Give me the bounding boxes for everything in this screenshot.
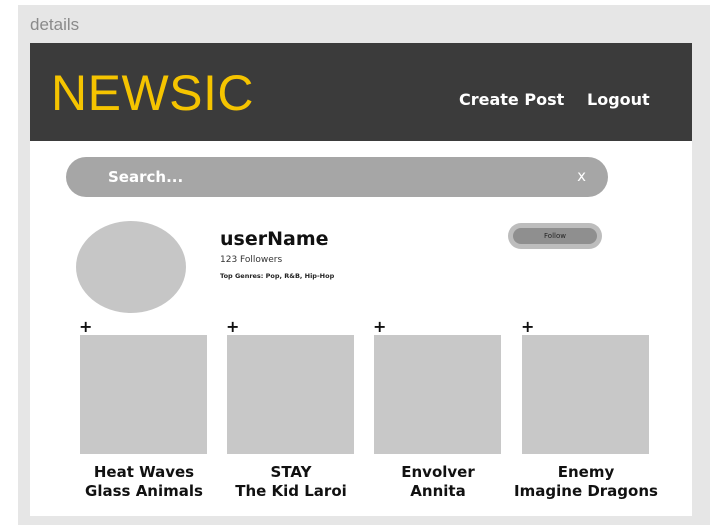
album-cover[interactable] [227, 335, 354, 454]
follow-button-label: Follow [513, 228, 597, 244]
top-header: NEWSIC Create Post Logout [30, 43, 692, 141]
album-cover[interactable] [374, 335, 501, 454]
song-title: Enemy [557, 463, 615, 481]
add-icon[interactable]: + [79, 319, 92, 335]
avatar [76, 221, 186, 313]
top-genres: Top Genres: Pop, R&B, Hip-Hop [220, 272, 335, 280]
album-cover[interactable] [522, 335, 649, 454]
add-icon[interactable]: + [226, 319, 239, 335]
add-icon[interactable]: + [521, 319, 534, 335]
add-icon[interactable]: + [373, 319, 386, 335]
logout-link[interactable]: Logout [587, 90, 650, 109]
follow-button[interactable]: Follow [508, 223, 602, 249]
create-post-link[interactable]: Create Post [459, 90, 564, 109]
profile-username: userName [220, 228, 329, 250]
follower-count: 123 Followers [220, 255, 283, 265]
artboard-label: details [30, 15, 80, 34]
app-logo[interactable]: NEWSIC [51, 63, 254, 123]
close-icon[interactable]: x [577, 167, 586, 185]
page-frame: NEWSIC Create Post Logout Search... x us… [30, 43, 692, 516]
artboard: details NEWSIC Create Post Logout Search… [18, 5, 710, 525]
search-bar[interactable]: Search... x [66, 157, 608, 197]
song-artist: Imagine Dragons [514, 482, 658, 500]
search-input[interactable]: Search... [108, 168, 183, 186]
album-cover[interactable] [80, 335, 207, 454]
